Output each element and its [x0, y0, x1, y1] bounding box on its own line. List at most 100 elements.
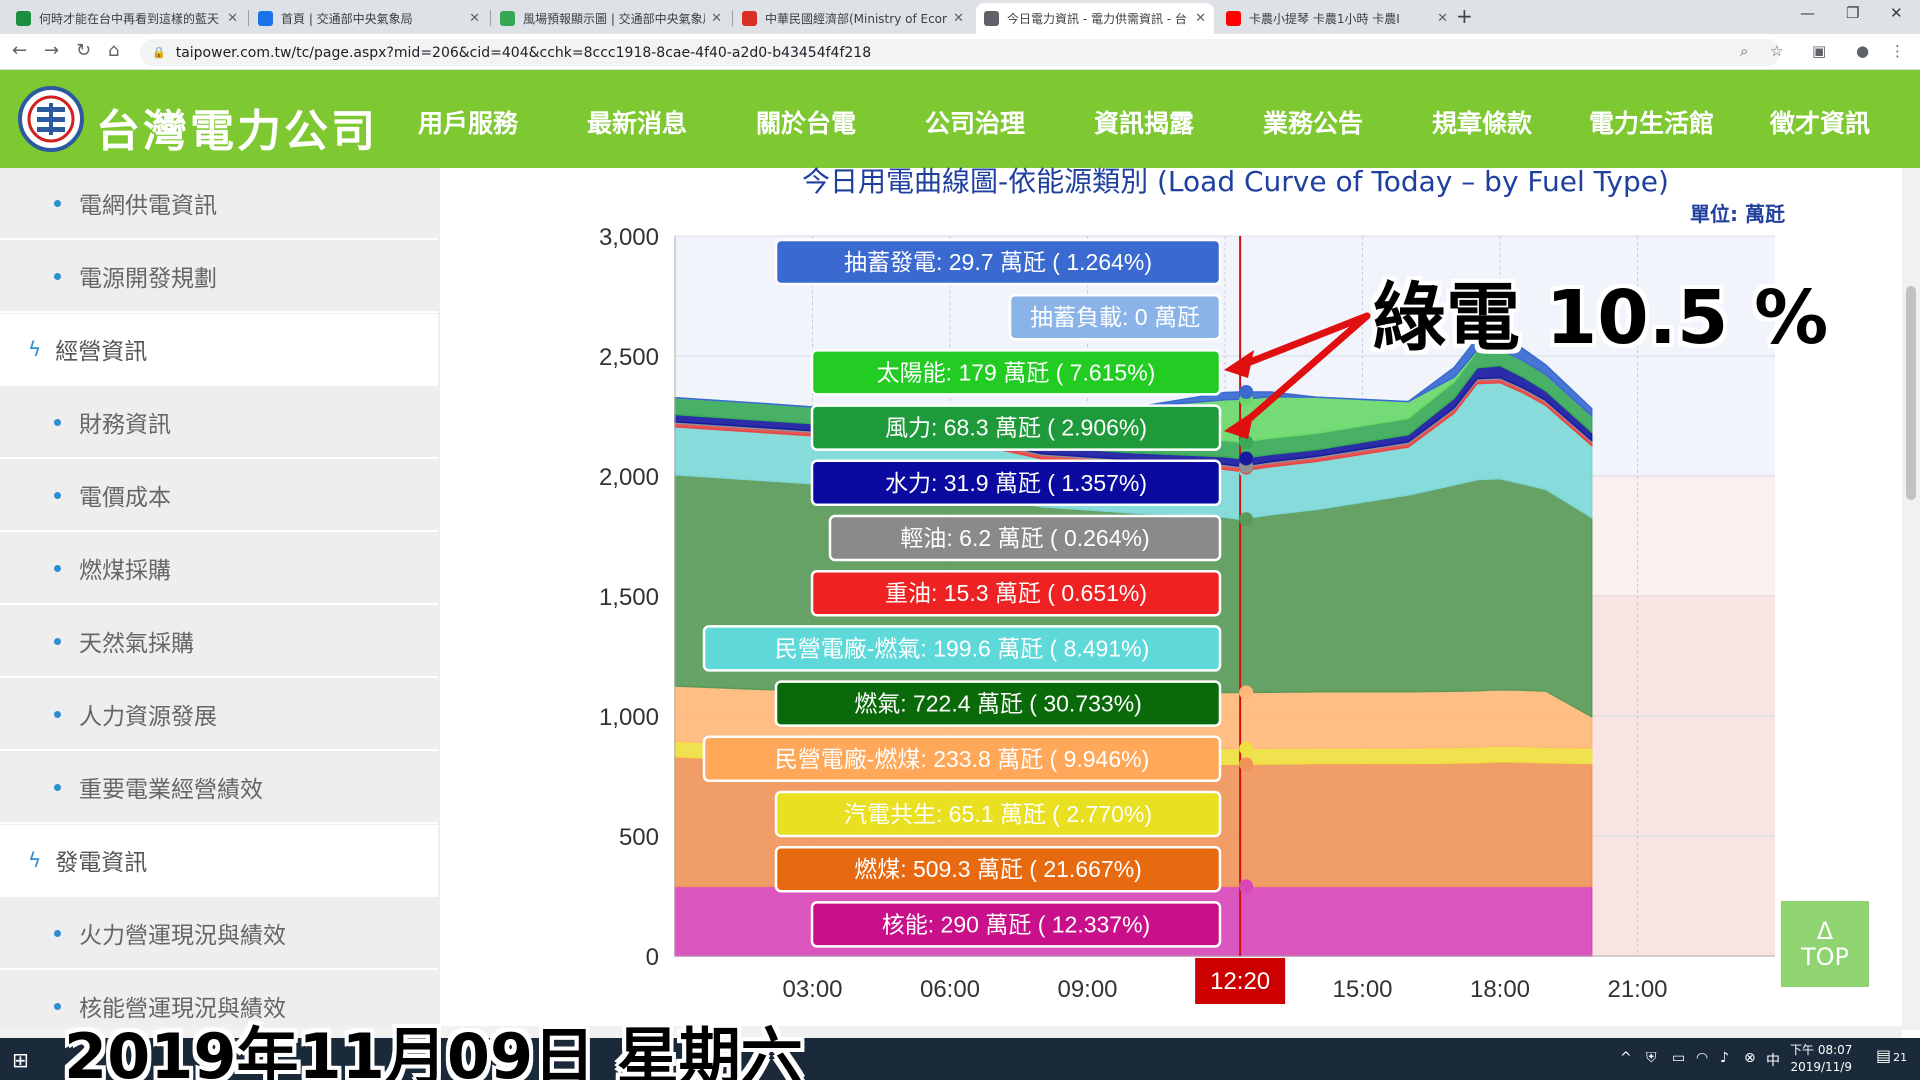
tab-title: 中華民國經濟部(Ministry of Economic — [765, 12, 948, 26]
nav-item[interactable]: 規章條款 — [1432, 104, 1532, 140]
close-window-icon[interactable]: ✕ — [1890, 4, 1903, 22]
address-bar[interactable]: 🔒 taipower.com.tw/tc/page.aspx?mid=206&c… — [140, 39, 1780, 66]
nav-item[interactable]: 資訊揭露 — [1094, 104, 1194, 140]
notification-icon[interactable]: ▤ 21 — [1876, 1046, 1907, 1065]
browser-tab[interactable]: 中華民國經濟部(Ministry of Economic ✕ — [734, 3, 972, 34]
tooltip-label: 重油: 15.3 萬瓩 ( 0.651%) — [885, 580, 1147, 606]
bookmark-star-icon[interactable]: ☆ — [1770, 42, 1783, 60]
browser-toolbar: ← → ↻ ⌂ 🔒 taipower.com.tw/tc/page.aspx?m… — [0, 34, 1920, 70]
sidebar-item-label: 火力營運現況與績效 — [79, 923, 286, 949]
reload-icon[interactable]: ↻ — [76, 40, 91, 61]
browser-tab-bar: 何時才能在台中再看到這樣的藍天 ✕ 首頁 | 交通部中央氣象局 ✕ 風場預報顯示圖 | … — [0, 0, 1920, 34]
sidebar: 電網供電資訊電源開發規劃 ϟ 經營資訊 財務資訊電價成本燃煤採購天然氣採購 人力資源發展… — [0, 168, 440, 1030]
sidebar-item-label: 燃煤採購 — [79, 558, 171, 584]
date-overlay: 2019年11月09日 星期六 — [64, 1020, 803, 1080]
restore-icon[interactable]: ❐ — [1846, 4, 1859, 22]
battery-icon[interactable]: ▭ — [1672, 1050, 1685, 1066]
tab-favicon-icon — [500, 11, 515, 26]
back-icon[interactable]: ← — [12, 40, 27, 61]
scrollbar-thumb[interactable] — [1906, 286, 1916, 500]
tab-close-icon[interactable]: ✕ — [1195, 11, 1206, 26]
tab-close-icon[interactable]: ✕ — [469, 11, 480, 26]
sidebar-item[interactable]: 燃煤採購 — [0, 533, 438, 605]
sidebar-item[interactable]: 財務資訊 — [0, 387, 438, 459]
tooltip-label: 民營電廠-燃氣: 199.6 萬瓩 ( 8.491%) — [775, 635, 1150, 661]
sidebar-item[interactable]: 火力營運現況與績效 — [0, 898, 438, 970]
vertical-scrollbar[interactable] — [1902, 168, 1920, 1030]
browser-tab[interactable]: 首頁 | 交通部中央氣象局 ✕ — [250, 3, 488, 34]
minimize-icon[interactable]: — — [1800, 4, 1815, 22]
volume-icon[interactable]: ♪ — [1720, 1050, 1729, 1066]
wifi-icon[interactable]: ◠ — [1696, 1050, 1708, 1066]
tab-close-icon[interactable]: ✕ — [1437, 11, 1448, 26]
sidebar-section[interactable]: ϟ 經營資訊 — [0, 314, 438, 386]
sidebar-item-label: 發電資訊 — [55, 850, 148, 876]
bullet-icon — [54, 491, 61, 499]
security-icon[interactable]: ⛨ — [1646, 1050, 1657, 1066]
address-url: taipower.com.tw/tc/page.aspx?mid=206&cid… — [175, 44, 872, 61]
tooltip-label: 汽電共生: 65.1 萬瓩 ( 2.770%) — [844, 801, 1152, 827]
tab-title: 首頁 | 交通部中央氣象局 — [281, 12, 413, 26]
zoom-icon[interactable]: ⌕ — [1740, 42, 1748, 60]
menu-icon[interactable]: ⋮ — [1890, 42, 1905, 60]
tooltip-label: 太陽能: 179 萬瓩 ( 7.615%) — [877, 359, 1156, 385]
x-tick-label: 06:00 — [920, 976, 980, 1003]
extension-icon[interactable]: ▣ — [1812, 42, 1826, 60]
tab-close-icon[interactable]: ✕ — [953, 11, 964, 26]
x-tick-label: 18:00 — [1470, 976, 1530, 1003]
nav-item[interactable]: 用戶服務 — [418, 104, 518, 140]
cursor-marker — [1239, 512, 1254, 527]
nav-item[interactable]: 徵才資訊 — [1770, 104, 1870, 140]
nav-item[interactable]: 關於台電 — [756, 104, 856, 140]
logo-text[interactable]: 台灣電力公司 — [96, 95, 378, 159]
y-tick-label: 3,000 — [599, 224, 659, 251]
sidebar-item[interactable]: 重要電業經營績效 — [0, 752, 438, 824]
tab-title: 卡農小提琴 卡農1小時 卡農I — [1249, 12, 1400, 26]
tab-title: 何時才能在台中再看到這樣的藍天 — [39, 12, 220, 26]
tray-chevron-icon[interactable]: ^ — [1620, 1050, 1632, 1066]
tooltip-label: 抽蓄發電: 29.7 萬瓩 ( 1.264%) — [844, 249, 1152, 275]
tab-favicon-icon — [984, 11, 999, 26]
nav-item[interactable]: 電力生活館 — [1589, 104, 1714, 140]
y-tick-label: 0 — [646, 944, 659, 971]
home-icon[interactable]: ⌂ — [108, 40, 119, 61]
browser-tab[interactable]: 何時才能在台中再看到這樣的藍天 ✕ — [8, 3, 246, 34]
top-label: TOP — [1800, 943, 1850, 971]
x-tick-label: 09:00 — [1057, 976, 1117, 1003]
sidebar-item[interactable]: 電價成本 — [0, 460, 438, 532]
x-tick-label: 03:00 — [782, 976, 842, 1003]
clock-time: 下午 08:07 — [1790, 1043, 1853, 1057]
ime-icon[interactable]: 中 — [1766, 1050, 1780, 1070]
tooltip-label: 抽蓄負載: 0 萬瓩 — [1030, 304, 1200, 330]
clock-date: 2019/11/9 — [1790, 1060, 1852, 1074]
nav-item[interactable]: 公司治理 — [925, 104, 1025, 140]
windows-start-icon[interactable]: ⊞ — [12, 1048, 29, 1072]
forward-icon[interactable]: → — [44, 40, 59, 61]
bullet-icon — [54, 637, 61, 645]
forecast-region-lower — [1591, 596, 1775, 956]
browser-tab[interactable]: 卡農小提琴 卡農1小時 卡農I ✕ — [1218, 3, 1456, 34]
sidebar-section[interactable]: ϟ 發電資訊 — [0, 825, 438, 897]
sidebar-item[interactable]: 天然氣採購 — [0, 606, 438, 678]
green-power-annotation: 綠電 10.5 % — [1372, 275, 1829, 361]
sidebar-item[interactable]: 電網供電資訊 — [0, 168, 438, 240]
tab-title: 風場預報顯示圖 | 交通部中央氣象局 — [523, 12, 706, 26]
browser-tab[interactable]: 風場預報顯示圖 | 交通部中央氣象局 ✕ — [492, 3, 730, 34]
tab-close-icon[interactable]: ✕ — [227, 11, 238, 26]
sidebar-item-label: 電源開發規劃 — [79, 266, 217, 292]
sidebar-item[interactable]: 電源開發規劃 — [0, 241, 438, 313]
nav-item[interactable]: 最新消息 — [587, 104, 687, 140]
y-tick-label: 1,000 — [599, 704, 659, 731]
new-tab-button[interactable]: + — [1456, 4, 1473, 28]
nav-item[interactable]: 業務公告 — [1263, 104, 1363, 140]
tooltip-label: 民營電廠-燃煤: 233.8 萬瓩 ( 9.946%) — [775, 746, 1150, 772]
back-to-top-button[interactable]: Δ TOP — [1781, 901, 1869, 987]
tab-close-icon[interactable]: ✕ — [711, 11, 722, 26]
sidebar-item[interactable]: 人力資源發展 — [0, 679, 438, 751]
clock[interactable]: 下午 08:07 2019/11/9 — [1790, 1042, 1852, 1076]
browser-tab[interactable]: 今日電力資訊 - 電力供需資訊 - 台 ✕ — [976, 3, 1214, 34]
taipower-logo-icon[interactable] — [18, 86, 84, 152]
mute-icon[interactable]: ⊗ — [1744, 1050, 1756, 1066]
profile-icon[interactable]: ● — [1856, 42, 1869, 60]
sidebar-item-label: 電價成本 — [79, 485, 171, 511]
